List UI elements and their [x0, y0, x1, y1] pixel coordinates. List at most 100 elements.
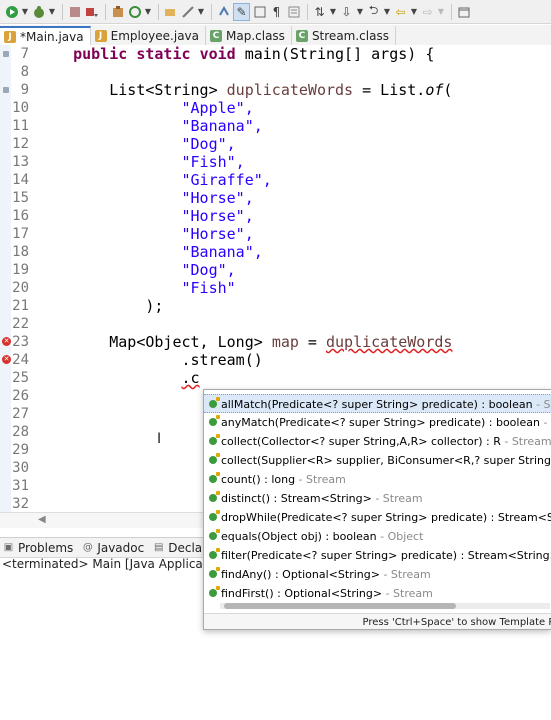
completion-item[interactable]: filter(Predicate<? super String> predica… [204, 546, 551, 565]
tab-main-java[interactable]: J *Main.java [0, 26, 91, 45]
public-method-icon [209, 472, 220, 483]
tab-employee-java[interactable]: J Employee.java [91, 26, 206, 45]
code-line: 12 "Dog", [0, 135, 551, 153]
line-number: 32 [12, 496, 29, 512]
public-method-icon [209, 397, 220, 408]
public-method-icon [209, 415, 220, 426]
open-task-icon[interactable] [180, 4, 195, 20]
code-text: "Fish", [181, 153, 245, 171]
code-line: 21 ); [0, 297, 551, 315]
code-line: 20 "Fish" [0, 279, 551, 297]
completion-item[interactable]: collect(Collector<? super String,A,R> co… [204, 432, 551, 451]
code-line: 13 "Fish", [0, 153, 551, 171]
completion-item[interactable]: dropWhile(Predicate<? super String> pred… [204, 508, 551, 527]
public-method-icon [209, 453, 220, 464]
debug-dropdown-icon[interactable]: ▼ [48, 4, 56, 20]
public-method-icon [209, 529, 220, 540]
text-cursor-icon: I [157, 431, 162, 447]
line-number: 17 [12, 226, 29, 242]
code-line: 17 "Horse", [0, 225, 551, 243]
code-line: 7 public static void main(String[] args)… [0, 45, 551, 63]
scrollbar-thumb[interactable] [224, 603, 456, 609]
completion-item[interactable]: allMatch(Predicate<? super String> predi… [204, 394, 551, 413]
show-whitespace-icon[interactable]: ✎ [233, 2, 250, 21]
completion-item[interactable]: findAny() : Optional<String> - Stream [204, 565, 551, 584]
error-marker-icon[interactable]: ✕ [2, 355, 11, 364]
completion-item[interactable]: equals(Object obj) : boolean - Object [204, 527, 551, 546]
completion-item[interactable]: count() : long - Stream [204, 470, 551, 489]
line-number: 24 [12, 352, 29, 368]
code-line: 16 "Horse", [0, 207, 551, 225]
tab-label: Stream.class [311, 28, 389, 43]
last-edit-icon[interactable]: ⇩ [339, 4, 354, 20]
annotation-dropdown-icon[interactable]: ▼ [329, 4, 337, 20]
new-package-icon[interactable] [110, 4, 125, 20]
java-file-icon: J [4, 30, 16, 43]
tab-problems[interactable]: ▣ Problems [0, 541, 79, 555]
line-number: 21 [12, 298, 29, 314]
search-icon[interactable] [163, 4, 178, 20]
class-file-icon: C [210, 29, 222, 42]
completion-item[interactable]: findFirst() : Optional<String> - Stream [204, 584, 551, 603]
line-number: 16 [12, 208, 29, 224]
line-number: 14 [12, 172, 29, 188]
prev-annotation-icon[interactable]: ⇅ [312, 4, 327, 20]
completion-item[interactable]: distinct() : Stream<String> - Stream [204, 489, 551, 508]
java-file-icon: J [94, 29, 107, 42]
run-dropdown-icon[interactable]: ▼ [21, 4, 29, 20]
code-line: 19 "Dog", [0, 261, 551, 279]
open-type-icon[interactable] [127, 4, 142, 20]
code-text: List<String> duplicateWords = List.of( [109, 81, 453, 99]
terminate-dropdown-icon[interactable] [84, 4, 99, 20]
tab-label: Javadoc [97, 540, 145, 555]
tab-stream-class[interactable]: C Stream.class [292, 26, 396, 45]
line-number: 28 [12, 424, 29, 440]
code-text: "Horse", [181, 189, 254, 207]
next-edit-dropdown-icon[interactable]: ▼ [437, 4, 445, 20]
completion-item[interactable]: collect(Supplier<R> supplier, BiConsumer… [204, 451, 551, 470]
tab-javadoc[interactable]: @ Javadoc [79, 541, 150, 555]
code-text: public static void main(String[] args) { [73, 45, 435, 63]
completion-item[interactable]: anyMatch(Predicate<? super String> predi… [204, 413, 551, 432]
public-method-icon [209, 548, 220, 559]
public-method-icon [209, 434, 220, 445]
line-number: 26 [12, 388, 29, 404]
debug-icon[interactable] [31, 4, 46, 20]
line-number: 27 [12, 406, 29, 422]
forward-dropdown-icon[interactable]: ▼ [410, 4, 418, 20]
code-line: 8 [0, 63, 551, 81]
run-icon[interactable] [4, 4, 19, 20]
line-number: 29 [12, 442, 29, 458]
code-text: "Fish" [181, 279, 236, 297]
back-dropdown-icon[interactable]: ▼ [383, 4, 391, 20]
pilcrow-icon[interactable]: ¶ [269, 4, 284, 20]
code-line: ✕ 23 Map<Object, Long> map = duplicateWo… [0, 333, 551, 351]
back-icon[interactable]: ⮌ [366, 3, 381, 20]
code-text: "Banana", [181, 243, 263, 261]
popup-horizontal-scrollbar[interactable] [220, 603, 550, 609]
content-assist-popup[interactable]: allMatch(Predicate<? super String> predi… [203, 389, 551, 630]
link-editor-icon[interactable] [216, 4, 231, 20]
block-selection-icon[interactable] [252, 4, 267, 20]
tab-map-class[interactable]: C Map.class [206, 26, 292, 45]
error-marker-icon[interactable]: ✕ [2, 337, 11, 346]
scroll-left-icon[interactable]: ◀ [38, 514, 46, 525]
line-number: 13 [12, 154, 29, 170]
next-edit-icon[interactable]: ⇨ [420, 4, 435, 20]
code-text: "Horse", [181, 225, 254, 243]
pin-editor-icon[interactable] [456, 4, 471, 20]
code-line: 18 "Banana", [0, 243, 551, 261]
code-text: .stream() [181, 351, 263, 369]
code-text: "Apple", [181, 99, 254, 117]
stop-icon[interactable] [67, 4, 82, 20]
code-line: 14 "Giraffe", [0, 171, 551, 189]
line-number: 9 [20, 82, 29, 98]
annotation-icon[interactable]: ▼ [197, 4, 205, 20]
code-text: "Banana", [181, 117, 263, 135]
line-number: 7 [20, 46, 29, 62]
next-annotation-icon[interactable] [286, 4, 301, 20]
forward-icon[interactable]: ⇦ [393, 4, 408, 20]
line-number: 19 [12, 262, 29, 278]
last-edit-dropdown-icon[interactable]: ▼ [356, 4, 364, 20]
new-class-icon[interactable]: ▼ [144, 4, 152, 20]
